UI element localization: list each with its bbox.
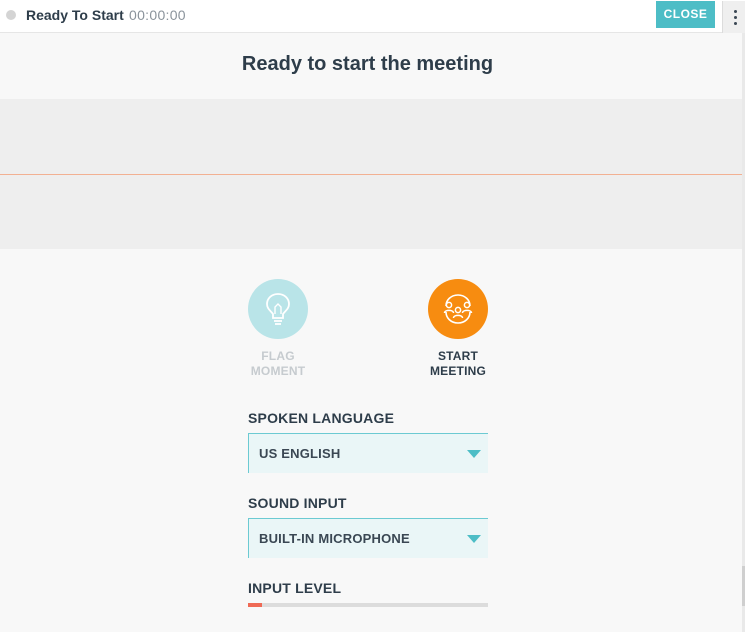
sound-input-value: BUILT-IN MICROPHONE	[259, 531, 410, 546]
input-level-meter	[248, 603, 488, 607]
flag-moment-circle[interactable]	[248, 279, 308, 339]
lightbulb-icon	[266, 293, 290, 325]
status-label: Ready To Start	[26, 7, 124, 23]
chevron-down-icon	[467, 450, 481, 458]
close-button[interactable]: CLOSE	[656, 1, 715, 28]
page-title: Ready to start the meeting	[241, 53, 494, 75]
spoken-language-label: SPOKEN LANGUAGE	[248, 410, 395, 426]
status-dot-icon	[6, 10, 16, 20]
flag-moment-label-line2: MOMENT	[250, 364, 306, 378]
start-meeting-label: START MEETING	[408, 349, 508, 379]
sound-input-select[interactable]: BUILT-IN MICROPHONE	[248, 518, 488, 558]
spoken-language-select[interactable]: US ENGLISH	[248, 433, 488, 473]
flag-moment-label: FLAG MOMENT	[228, 349, 328, 379]
more-options-icon[interactable]	[722, 1, 745, 33]
top-bar: Ready To Start 00:00:00 CLOSE	[0, 0, 745, 33]
start-meeting-label-line1: START	[437, 349, 479, 363]
flag-moment-label-line1: FLAG	[261, 349, 295, 363]
chevron-down-icon	[467, 535, 481, 543]
meeting-timer: 00:00:00	[129, 7, 186, 23]
sound-input-label: SOUND INPUT	[248, 495, 347, 511]
meeting-people-icon	[443, 294, 473, 324]
audio-waveform	[0, 99, 742, 249]
start-meeting-label-line2: MEETING	[429, 364, 487, 378]
spoken-language-value: US ENGLISH	[259, 446, 341, 461]
input-level-label: INPUT LEVEL	[248, 580, 342, 596]
start-meeting-circle[interactable]	[428, 279, 488, 339]
input-level-fill	[248, 603, 263, 607]
start-meeting-button[interactable]: START MEETING	[408, 279, 508, 379]
waveform-baseline	[0, 174, 742, 175]
flag-moment-button[interactable]: FLAG MOMENT	[228, 279, 328, 379]
